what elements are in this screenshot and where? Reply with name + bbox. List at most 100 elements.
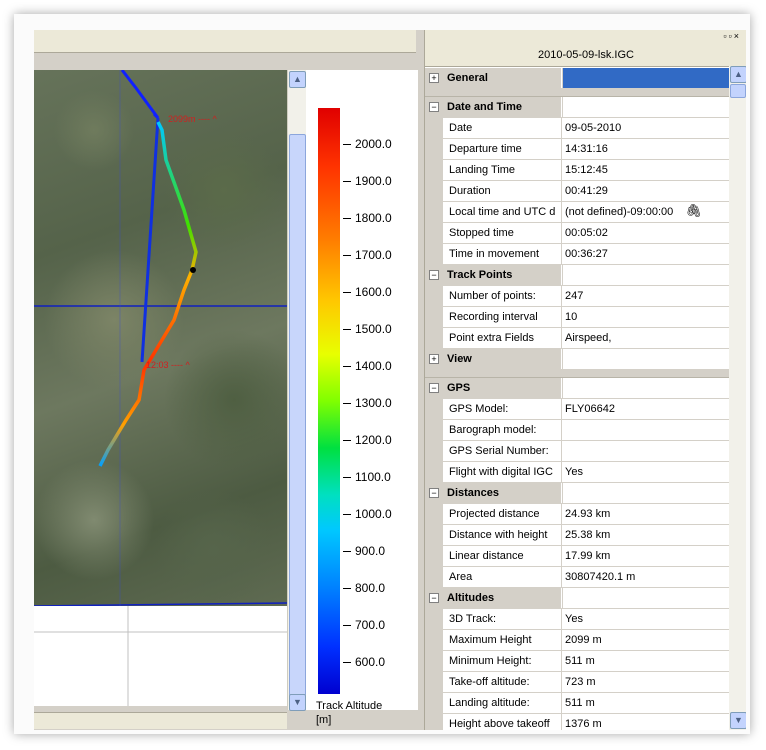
property-value[interactable]: Yes (563, 609, 729, 629)
scroll-thumb[interactable] (289, 134, 306, 696)
property-value[interactable]: (not defined)-09:00:00 🖇 (563, 202, 729, 222)
category-general[interactable]: + General (425, 68, 729, 89)
category-value-cell (563, 483, 729, 503)
row-gutter (425, 328, 443, 348)
property-value[interactable]: 14:31:16 (563, 139, 729, 159)
property-value-text: 24.93 km (565, 508, 611, 520)
property-label: Maximum Height (443, 630, 562, 650)
close-icon[interactable]: × (734, 31, 741, 41)
category-value-cell (563, 349, 729, 369)
map-horizontal-scrollbar[interactable] (34, 712, 287, 729)
property-value[interactable]: 15:12:45 (563, 160, 729, 180)
category-date-and-time[interactable]: − Date and Time (425, 97, 729, 118)
collapse-icon[interactable]: − (429, 383, 439, 393)
collapse-icon[interactable]: − (429, 270, 439, 280)
collapse-icon[interactable]: − (429, 593, 439, 603)
property-row[interactable]: Landing Time 15:12:45 (425, 160, 729, 181)
satellite-map[interactable]: 2099m ---- ^ 12:03 ---- ^ (34, 70, 287, 606)
property-row[interactable]: Point extra Fields Airspeed, (425, 328, 729, 349)
collapse-icon[interactable]: − (429, 102, 439, 112)
property-row[interactable]: Stopped time 00:05:02 (425, 223, 729, 244)
property-value[interactable]: 09-05-2010 (563, 118, 729, 138)
file-title: 2010-05-09-lsk.IGC (425, 44, 746, 67)
category-value-cell (563, 97, 729, 117)
property-row[interactable]: Barograph model: (425, 420, 729, 441)
property-value[interactable]: 00:41:29 (563, 181, 729, 201)
property-row[interactable]: Date 09-05-2010 (425, 118, 729, 139)
property-value[interactable]: 1376 m (563, 714, 729, 730)
scroll-down-icon[interactable]: ▼ (289, 694, 306, 711)
property-row[interactable]: Area 30807420.1 m (425, 567, 729, 588)
property-row[interactable]: Duration 00:41:29 (425, 181, 729, 202)
property-row[interactable]: Landing altitude: 511 m (425, 693, 729, 714)
scale-tick-label: 1200.0 (355, 433, 392, 447)
property-value[interactable]: 25.38 km (563, 525, 729, 545)
property-row[interactable]: Take-off altitude: 723 m (425, 672, 729, 693)
property-row[interactable]: Maximum Height 2099 m (425, 630, 729, 651)
category-value-cell (563, 265, 729, 285)
property-value-text: 511 m (565, 655, 595, 667)
property-value[interactable] (563, 441, 729, 461)
property-row[interactable]: 3D Track: Yes (425, 609, 729, 630)
row-gutter (425, 202, 443, 222)
property-value[interactable]: 17.99 km (563, 546, 729, 566)
property-value[interactable]: 723 m (563, 672, 729, 692)
scale-tick (343, 440, 351, 441)
property-row[interactable]: Recording interval 10 (425, 307, 729, 328)
property-value[interactable]: 00:05:02 (563, 223, 729, 243)
property-row[interactable]: Number of points: 247 (425, 286, 729, 307)
scale-tick (343, 625, 351, 626)
property-value[interactable]: Airspeed, (563, 328, 729, 348)
row-gutter (425, 244, 443, 264)
scale-tick-label: 1700.0 (355, 248, 392, 262)
panel-window-buttons[interactable]: ▫▫× (723, 31, 741, 41)
track-segment-return (140, 117, 160, 363)
property-row[interactable]: Departure time 14:31:16 (425, 139, 729, 160)
property-value[interactable]: 10 (563, 307, 729, 327)
property-value[interactable]: FLY06642 (563, 399, 729, 419)
property-row[interactable]: Flight with digital IGC Yes (425, 462, 729, 483)
property-value[interactable]: 00:36:27 (563, 244, 729, 264)
map-blank-area (34, 606, 287, 706)
row-gutter (425, 651, 443, 671)
property-row[interactable]: Projected distance 24.93 km (425, 504, 729, 525)
property-value[interactable]: 2099 m (563, 630, 729, 650)
category-altitudes[interactable]: − Altitudes (425, 588, 729, 609)
category-distances[interactable]: − Distances (425, 483, 729, 504)
property-row[interactable]: Minimum Height: 511 m (425, 651, 729, 672)
scale-tick-label: 2000.0 (355, 137, 392, 151)
scroll-up-icon[interactable]: ▲ (730, 66, 746, 83)
scroll-down-icon[interactable]: ▼ (730, 712, 746, 729)
category-track-points[interactable]: − Track Points (425, 265, 729, 286)
property-value[interactable] (563, 420, 729, 440)
category-view[interactable]: + View (425, 349, 729, 370)
property-row[interactable]: GPS Serial Number: (425, 441, 729, 462)
expand-icon[interactable]: + (429, 354, 439, 364)
map-blank-lines (34, 606, 287, 706)
expand-icon[interactable]: + (429, 73, 439, 83)
property-value[interactable]: 30807420.1 m (563, 567, 729, 587)
property-value[interactable]: 24.93 km (563, 504, 729, 524)
property-row[interactable]: Time in movement 00:36:27 (425, 244, 729, 265)
property-value[interactable]: Yes (563, 462, 729, 482)
scroll-up-icon[interactable]: ▲ (289, 71, 306, 88)
panel-vertical-scrollbar[interactable]: ▲ ▼ (729, 66, 746, 730)
row-gutter (425, 504, 443, 524)
property-value[interactable]: 247 (563, 286, 729, 306)
category-value-cell (563, 588, 729, 608)
property-row[interactable]: Local time and UTC d (not defined)-09:00:… (425, 202, 729, 223)
property-value[interactable]: 511 m (563, 693, 729, 713)
paperclip-icon[interactable]: 🖇 (685, 202, 702, 222)
collapse-icon[interactable]: − (429, 488, 439, 498)
scroll-thumb[interactable] (730, 84, 746, 98)
scale-tick (343, 144, 351, 145)
property-row[interactable]: Height above takeoff 1376 m (425, 714, 729, 730)
category-gps[interactable]: − GPS (425, 378, 729, 399)
scale-tick (343, 366, 351, 367)
property-row[interactable]: Linear distance 17.99 km (425, 546, 729, 567)
property-row[interactable]: Distance with height 25.38 km (425, 525, 729, 546)
map-vertical-scrollbar[interactable]: ▲ ▼ (287, 70, 306, 711)
property-value-text: Yes (565, 613, 583, 625)
property-value[interactable]: 511 m (563, 651, 729, 671)
property-row[interactable]: GPS Model: FLY06642 (425, 399, 729, 420)
